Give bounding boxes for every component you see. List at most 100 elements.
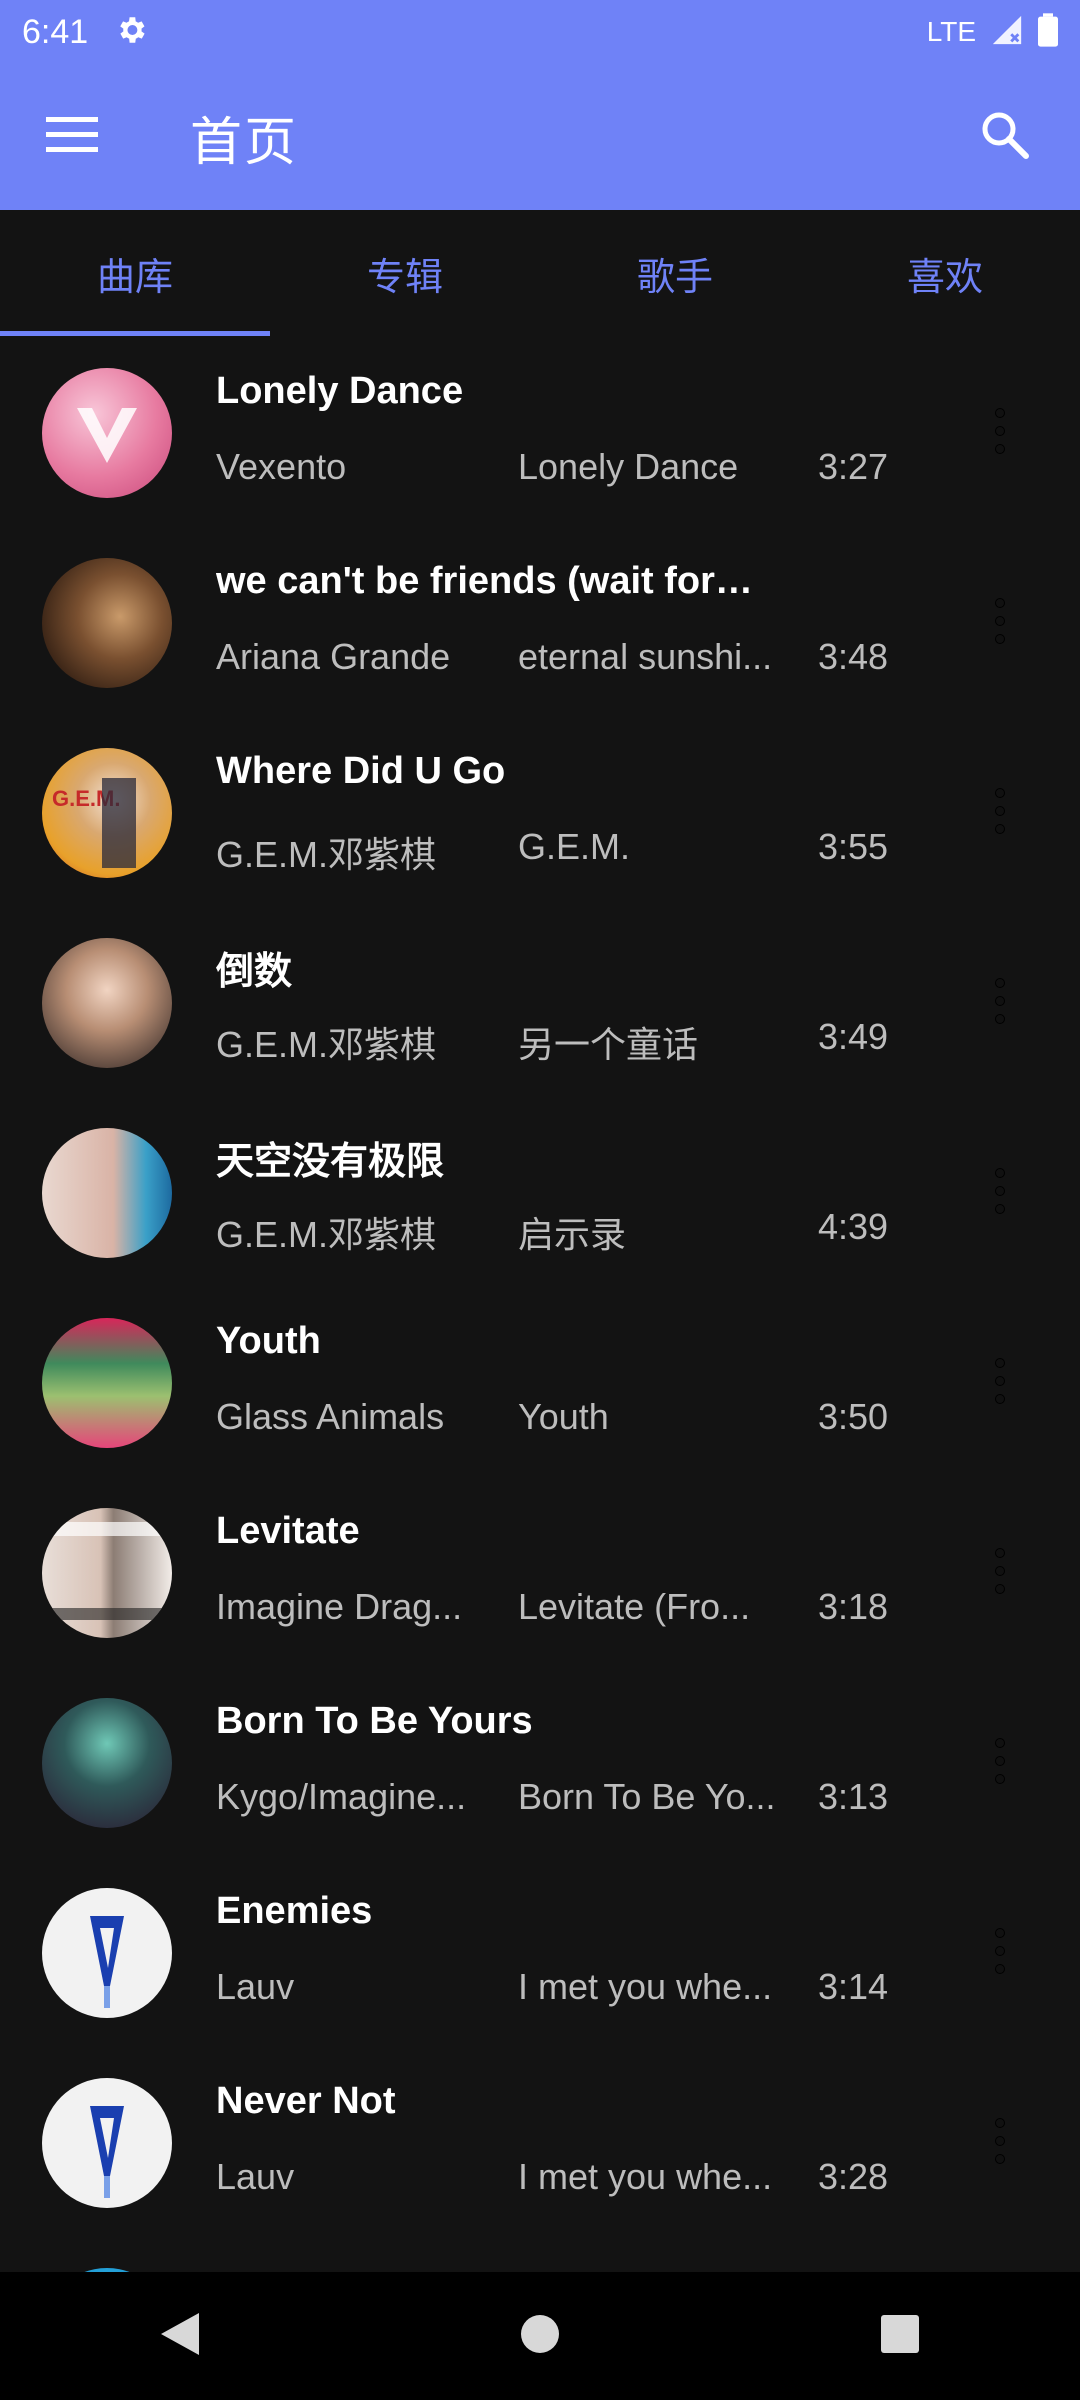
song-album: G.E.M. (518, 826, 631, 867)
song-duration: 3:27 (818, 446, 889, 487)
song-album: Lonely Dance (518, 446, 739, 487)
song-artist: Lauv (216, 1966, 295, 2007)
album-cover (42, 2078, 172, 2208)
more-vert-icon (996, 1549, 1004, 1593)
more-vert-icon (996, 789, 1004, 833)
song-artist: Kygo/Imagine... (216, 1776, 467, 1817)
song-row-partial[interactable] (0, 2236, 1080, 2272)
song-duration: 3:13 (818, 1776, 889, 1817)
tab-artists[interactable]: 歌手 (540, 210, 810, 336)
more-options-button[interactable] (970, 1136, 1030, 1246)
song-duration: 3:18 (818, 1586, 889, 1627)
song-row[interactable]: 倒数 G.E.M.邓紫棋 另一个童话 3:49 (0, 906, 1080, 1096)
song-album: I met you whe... (518, 2156, 773, 2197)
album-cover (42, 558, 172, 688)
song-row[interactable]: Enemies Lauv I met you whe... 3:14 (0, 1856, 1080, 2046)
song-row[interactable]: G.E.M. Where Did U Go G.E.M.邓紫棋 G.E.M. 3… (0, 716, 1080, 906)
song-artist: Lauv (216, 2156, 295, 2197)
status-bar: 6:41 LTE (0, 0, 1080, 64)
more-options-button[interactable] (970, 566, 1030, 676)
song-artist: Imagine Drag... (216, 1586, 463, 1627)
song-artist: Vexento (216, 446, 347, 487)
status-time: 6:41 (22, 12, 89, 51)
more-vert-icon (996, 1169, 1004, 1213)
song-artist: G.E.M.邓紫棋 (216, 1214, 437, 1255)
song-title: 天空没有极限 (216, 1141, 445, 1183)
home-circle-icon (520, 2314, 560, 2359)
song-duration: 4:39 (818, 1206, 889, 1247)
more-options-button[interactable] (970, 1516, 1030, 1626)
more-vert-icon (996, 1929, 1004, 1973)
song-title: 倒数 (216, 951, 293, 993)
song-duration: 3:28 (818, 2156, 889, 2197)
battery-icon (1038, 12, 1058, 52)
song-artist: Glass Animals (216, 1396, 445, 1437)
song-duration: 3:14 (818, 1966, 889, 2007)
album-cover (42, 368, 172, 498)
menu-button[interactable] (0, 64, 144, 210)
song-title: we can't be friends (wait for y... (216, 560, 756, 602)
song-title: Where Did U Go (216, 750, 506, 792)
song-duration: 3:49 (818, 1016, 889, 1057)
more-options-button[interactable] (970, 1326, 1030, 1436)
status-indicators: LTE (927, 12, 1058, 52)
tab-bar: 曲库 专辑 歌手 喜欢 (0, 210, 1080, 336)
page-title: 首页 (190, 113, 299, 172)
more-vert-icon (996, 979, 1004, 1023)
tab-label: 喜欢 (906, 256, 983, 299)
recents-square-icon (880, 2314, 920, 2359)
song-title: Never Not (216, 2080, 396, 2122)
tab-library[interactable]: 曲库 (0, 210, 270, 336)
album-cover (42, 1318, 172, 1448)
system-nav-bar (0, 2272, 1080, 2400)
song-row[interactable]: we can't be friends (wait for y... Arian… (0, 526, 1080, 716)
song-album: 另一个童话 (518, 1024, 699, 1065)
more-vert-icon (996, 1739, 1004, 1783)
more-options-button[interactable] (970, 756, 1030, 866)
music-app-screen: 6:41 LTE 首页 曲库 专辑 歌手 喜欢 Lonely Dance Vex… (0, 0, 1080, 2400)
more-vert-icon (996, 2119, 1004, 2163)
tab-label: 曲库 (96, 256, 173, 299)
home-button[interactable] (480, 2272, 600, 2400)
tab-albums[interactable]: 专辑 (270, 210, 540, 336)
song-row[interactable]: Lonely Dance Vexento Lonely Dance 3:27 (0, 336, 1080, 526)
album-cover (42, 1508, 172, 1638)
album-cover: G.E.M. (42, 748, 172, 878)
song-row[interactable]: Never Not Lauv I met you whe... 3:28 (0, 2046, 1080, 2236)
song-duration: 3:55 (818, 826, 889, 867)
song-album: eternal sunshi... (518, 636, 773, 677)
song-row[interactable]: Born To Be Yours Kygo/Imagine... Born To… (0, 1666, 1080, 1856)
tab-label: 专辑 (366, 256, 443, 299)
album-cover (42, 1128, 172, 1258)
song-title: Levitate (216, 1510, 360, 1552)
tab-label: 歌手 (636, 256, 713, 299)
song-row[interactable]: 天空没有极限 G.E.M.邓紫棋 启示录 4:39 (0, 1096, 1080, 1286)
more-vert-icon (996, 409, 1004, 453)
song-row[interactable]: Levitate Imagine Drag... Levitate (Fro..… (0, 1476, 1080, 1666)
album-cover (42, 1698, 172, 1828)
signal-icon (990, 13, 1024, 52)
more-options-button[interactable] (970, 1706, 1030, 1816)
more-options-button[interactable] (970, 946, 1030, 1056)
more-options-button[interactable] (970, 376, 1030, 486)
search-button[interactable] (930, 64, 1080, 210)
song-artist: Ariana Grande (216, 636, 451, 677)
song-album: Born To Be Yo... (518, 1776, 776, 1817)
back-triangle-icon (159, 2311, 201, 2362)
more-options-button[interactable] (970, 2086, 1030, 2196)
app-bar: 首页 (0, 64, 1080, 210)
tab-favorites[interactable]: 喜欢 (810, 210, 1080, 336)
song-list: Lonely Dance Vexento Lonely Dance 3:27 w… (0, 336, 1080, 2272)
more-options-button[interactable] (970, 1896, 1030, 2006)
song-title: Lonely Dance (216, 370, 464, 412)
song-duration: 3:48 (818, 636, 889, 677)
more-vert-icon (996, 599, 1004, 643)
song-album: Youth (518, 1396, 609, 1437)
gear-icon (114, 13, 148, 52)
recents-button[interactable] (840, 2272, 960, 2400)
song-album: 启示录 (518, 1214, 627, 1255)
song-title: Born To Be Yours (216, 1700, 533, 1742)
song-row[interactable]: Youth Glass Animals Youth 3:50 (0, 1286, 1080, 1476)
song-artist: G.E.M.邓紫棋 (216, 1024, 437, 1065)
back-button[interactable] (120, 2272, 240, 2400)
